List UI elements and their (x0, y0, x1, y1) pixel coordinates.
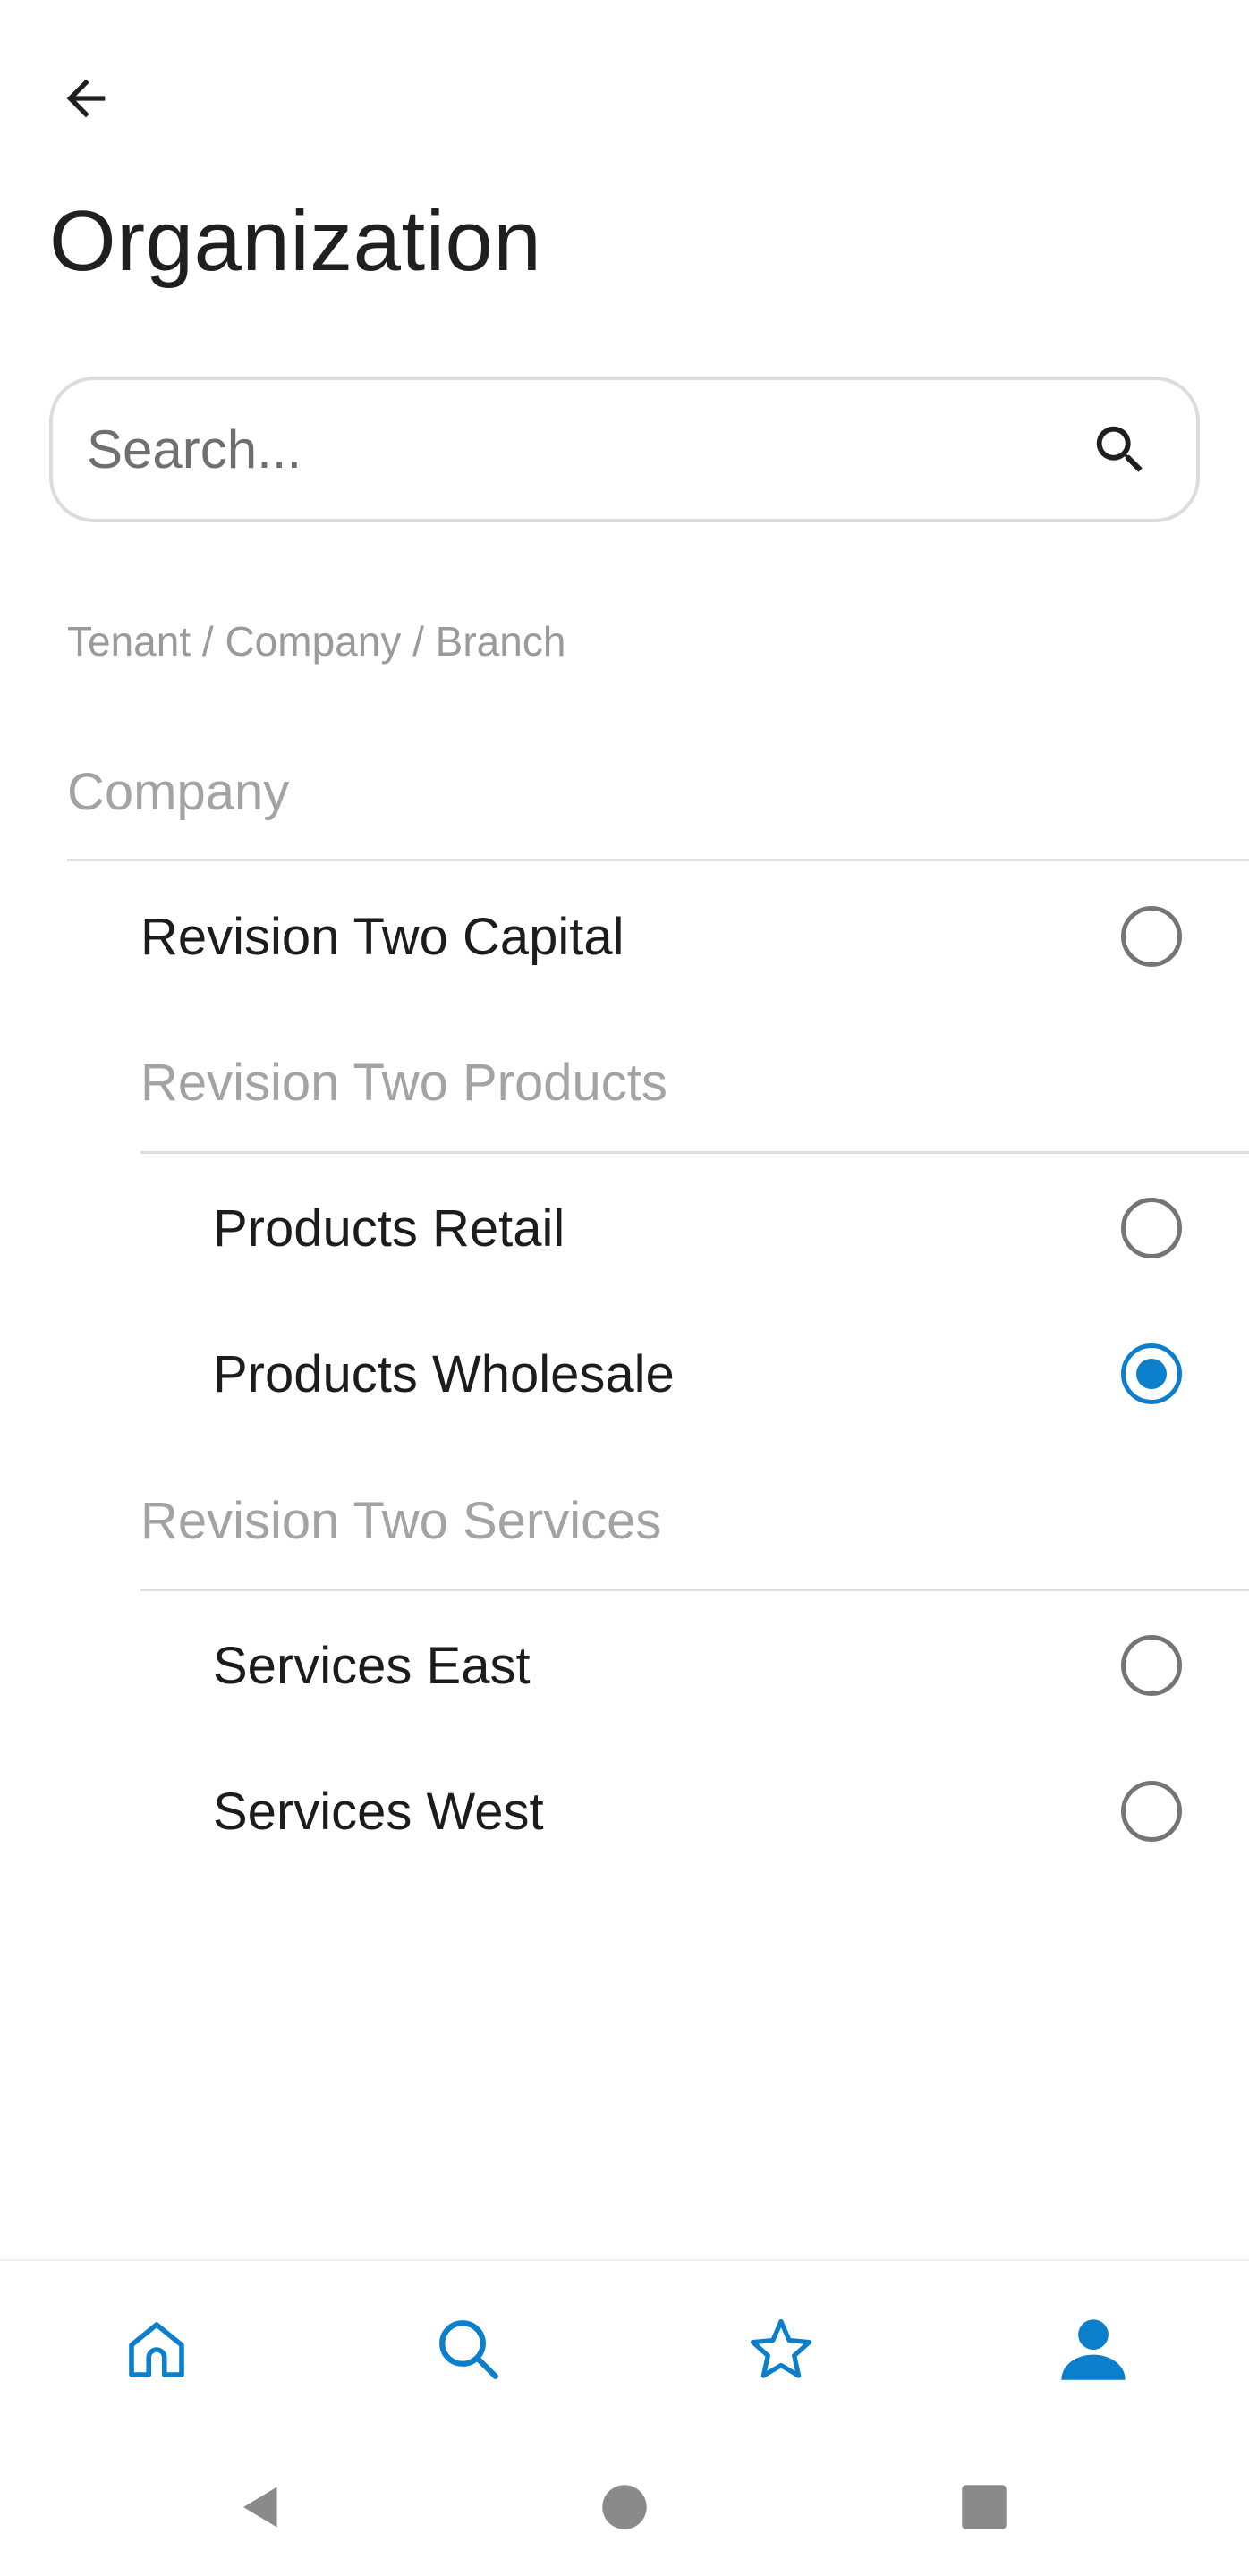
organization-screen: Organization Tenant / Company / Branch C… (0, 0, 1249, 2576)
group-header-revision-two-products: Revision Two Products (140, 1053, 667, 1112)
nav-profile[interactable] (1031, 2287, 1156, 2412)
option-products-wholesale[interactable]: Products Wholesale (213, 1307, 1249, 1441)
arrow-left-icon (66, 79, 106, 118)
triangle-back-icon (243, 2487, 277, 2528)
radio-button[interactable] (1121, 906, 1182, 967)
divider (67, 859, 1249, 861)
option-services-west[interactable]: Services West (213, 1744, 1249, 1878)
option-revision-two-capital[interactable]: Revision Two Capital (140, 869, 1249, 1004)
system-back-button[interactable] (208, 2453, 315, 2561)
radio-button[interactable] (1121, 1198, 1182, 1258)
search-icon (438, 2320, 498, 2379)
search-field[interactable] (49, 377, 1200, 522)
radio-button[interactable] (1121, 1781, 1182, 1842)
bottom-navigation (0, 2259, 1249, 2438)
divider (140, 1151, 1249, 1154)
square-recents-icon (962, 2485, 1007, 2529)
radio-button[interactable] (1121, 1635, 1182, 1696)
search-input[interactable] (87, 419, 1080, 480)
breadcrumb: Tenant / Company / Branch (67, 618, 566, 665)
divider (140, 1589, 1249, 1591)
option-label: Revision Two Capital (140, 907, 624, 966)
nav-home[interactable] (94, 2287, 219, 2412)
search-icon (1096, 426, 1143, 472)
home-icon (128, 2322, 184, 2377)
option-services-east[interactable]: Services East (213, 1598, 1249, 1733)
group-header-company: Company (67, 762, 290, 821)
option-label: Products Retail (213, 1199, 565, 1258)
nav-search[interactable] (406, 2287, 531, 2412)
person-icon (1060, 2319, 1126, 2380)
nav-favorites[interactable] (718, 2287, 844, 2412)
star-icon (750, 2318, 811, 2378)
circle-home-icon (602, 2485, 647, 2529)
system-recents-button[interactable] (930, 2453, 1038, 2561)
radio-dot (1136, 1359, 1167, 1389)
option-products-retail[interactable]: Products Retail (213, 1161, 1249, 1295)
option-label: Services East (213, 1636, 531, 1695)
option-label: Products Wholesale (213, 1344, 675, 1403)
back-button[interactable] (41, 54, 131, 143)
page-title: Organization (49, 193, 542, 289)
system-home-button[interactable] (571, 2453, 678, 2561)
search-button[interactable] (1080, 410, 1160, 490)
option-label: Services West (213, 1782, 544, 1841)
system-navigation-bar (0, 2438, 1249, 2576)
radio-button-selected[interactable] (1121, 1343, 1182, 1404)
group-header-revision-two-services: Revision Two Services (140, 1491, 662, 1550)
